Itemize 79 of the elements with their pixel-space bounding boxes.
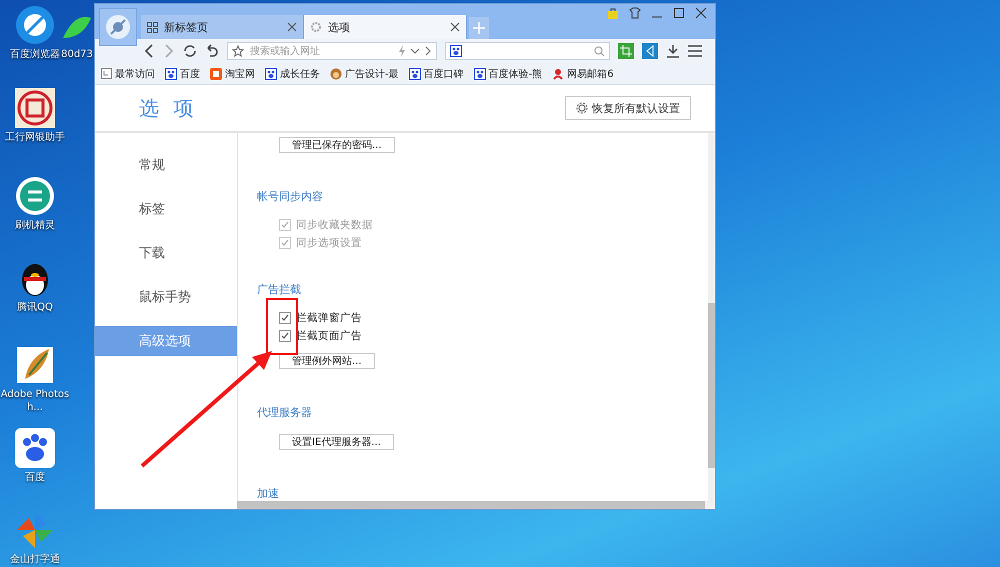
star-icon[interactable]	[232, 45, 244, 57]
section-heading: 广告拦截	[257, 282, 302, 297]
option-button[interactable]: 管理例外网站...	[279, 353, 375, 369]
address-field[interactable]: 搜索或输入网址	[248, 44, 394, 58]
bookmark-link[interactable]: 成长任务	[265, 66, 320, 80]
sidebar-item[interactable]: 鼠标手势	[95, 282, 237, 312]
browser-logo[interactable]	[99, 8, 137, 46]
section-heading: 代理服务器	[257, 405, 313, 420]
browser-logo-icon	[105, 14, 131, 40]
shirt-icon[interactable]	[629, 7, 641, 19]
tab-title: 选项	[328, 20, 351, 34]
desktop-icon-label[interactable]: 腾讯QQ	[17, 301, 53, 314]
bookmark-link[interactable]: 广告设计-最	[330, 66, 399, 80]
section-heading: 帐号同步内容	[257, 189, 324, 204]
bookmark-link[interactable]: 百度体验-熊	[474, 66, 542, 80]
crop-icon[interactable]	[618, 43, 634, 59]
bank-logo-icon	[15, 88, 55, 128]
shop-icon	[210, 68, 222, 80]
close-icon[interactable]	[287, 22, 297, 32]
bookmark-link[interactable]: 百度口碑	[408, 66, 464, 80]
paw-logo-icon	[15, 428, 55, 468]
grid-icon	[147, 22, 158, 32]
option-button[interactable]: 管理已保存的密码...	[279, 137, 395, 153]
desktop-icon-label[interactable]: Adobe Photosh...	[0, 388, 70, 414]
menu-icon[interactable]	[688, 45, 702, 57]
refresh-icon[interactable]	[183, 44, 197, 58]
sidebar-item[interactable]: 标签	[95, 194, 237, 224]
sidebar-item[interactable]: 下载	[95, 238, 237, 268]
desktop-icon-label[interactable]: 刷机精灵	[15, 219, 55, 232]
paw-icon	[165, 68, 177, 80]
desktop-icon-label[interactable]: 工行网银助手	[5, 131, 65, 144]
bag-icon[interactable]	[607, 7, 619, 19]
browser-tab[interactable]: 新标签页	[141, 15, 304, 39]
horizontal-scrollbar[interactable]	[237, 501, 715, 509]
highlight-frame	[266, 298, 298, 355]
address-bar[interactable]: 搜索或输入网址	[227, 42, 437, 60]
download-icon[interactable]	[666, 44, 680, 58]
monkey-icon	[330, 68, 342, 80]
reset-button[interactable]: 恢复所有默认设置	[565, 96, 691, 120]
option-button[interactable]: 设置IE代理服务器...	[279, 434, 394, 450]
paw-icon	[474, 68, 486, 80]
browser-logo-icon	[15, 5, 55, 45]
desktop-icon-label[interactable]: 百度浏览器	[10, 48, 60, 61]
browser-tab[interactable]: 选项	[304, 15, 467, 39]
mail-logo-icon	[552, 68, 564, 80]
close-icon[interactable]	[695, 7, 707, 19]
sidebar-item[interactable]: 常规	[95, 150, 237, 180]
plus-icon	[473, 22, 485, 34]
checkbox[interactable]	[279, 330, 291, 342]
page-title: 选 项	[139, 94, 198, 122]
checkmark-icon	[281, 314, 289, 322]
paw-icon	[408, 68, 421, 80]
desktop-icon-label[interactable]: 80d73	[61, 48, 93, 61]
page-icon	[101, 68, 112, 79]
vertical-scrollbar[interactable]	[708, 133, 715, 501]
checkbox[interactable]	[279, 312, 291, 324]
back-icon[interactable]	[143, 44, 155, 58]
dropdown-icon[interactable]	[410, 46, 420, 56]
forward-icon[interactable]	[424, 46, 432, 56]
search-icon	[594, 46, 605, 56]
pinwheel-icon	[15, 510, 55, 550]
close-icon[interactable]	[450, 22, 460, 32]
checkmark-icon	[281, 239, 289, 247]
paw-icon	[265, 68, 277, 80]
bookmark-link[interactable]: 百度	[165, 66, 200, 80]
tab-title: 新标签页	[164, 20, 209, 34]
section-heading: 加速	[257, 486, 280, 501]
bookmark-link[interactable]: 最常访问	[101, 66, 155, 80]
desktop-icon-label[interactable]: 百度	[25, 471, 45, 484]
checkmark-icon	[281, 221, 289, 229]
bookmark-link[interactable]: 网易邮箱6	[552, 66, 614, 80]
checkmark-icon	[281, 332, 289, 340]
feather-icon	[15, 345, 55, 385]
search-field[interactable]	[445, 42, 610, 60]
undo-icon[interactable]	[205, 44, 219, 58]
paw-icon	[450, 45, 462, 57]
shield-icon	[15, 176, 55, 216]
maximize-icon[interactable]	[673, 7, 685, 19]
bookmark-link[interactable]: 淘宝网	[210, 66, 255, 80]
